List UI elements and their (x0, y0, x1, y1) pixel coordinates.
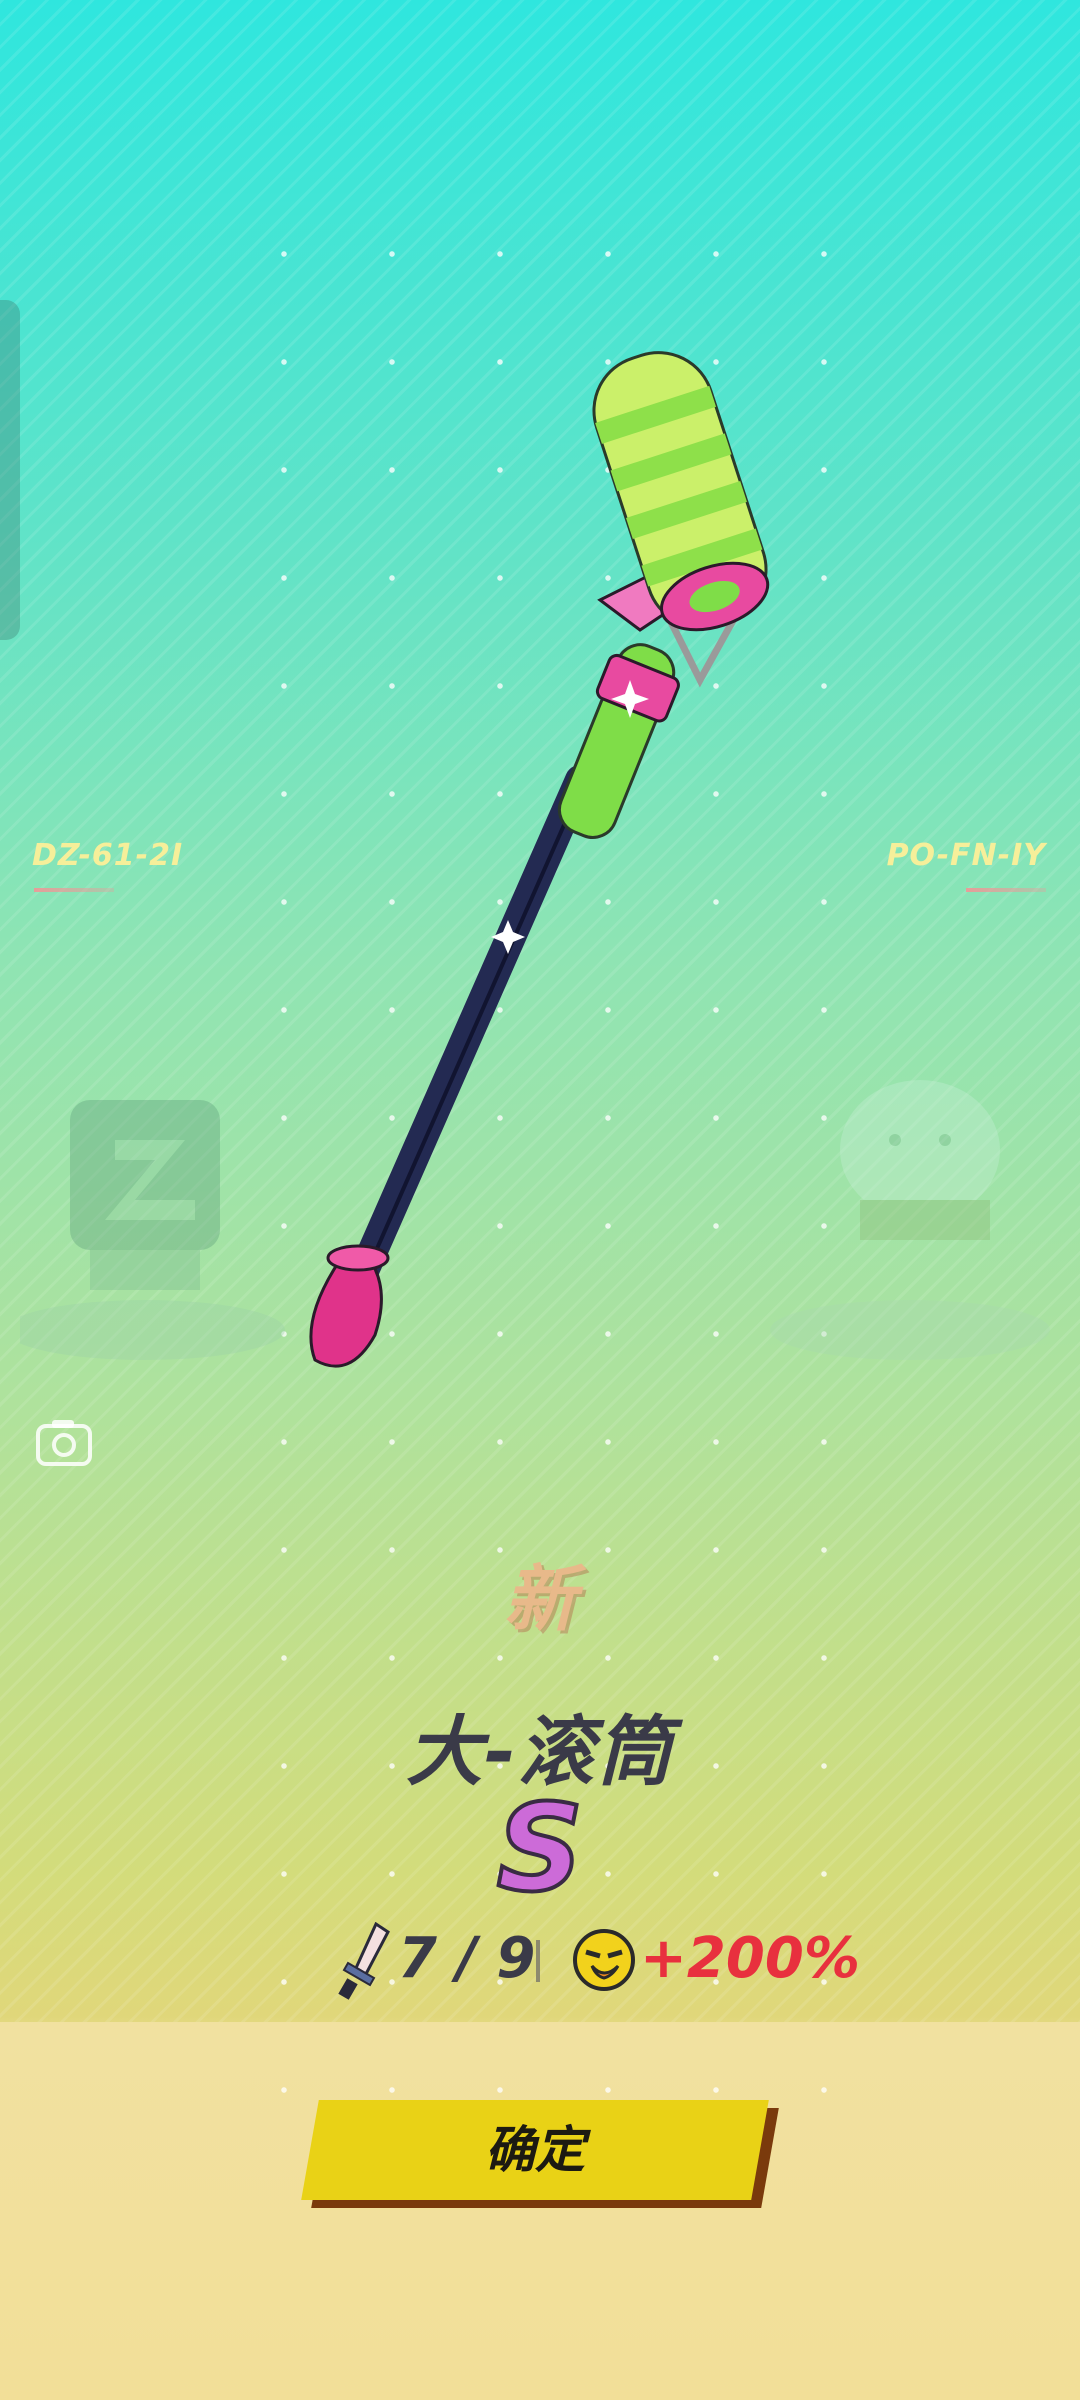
bonus-value: +200% (640, 1926, 860, 1991)
duck-face-icon (573, 1929, 635, 1991)
new-badge: 新 (503, 1557, 576, 1641)
right-code-underline (966, 888, 1046, 892)
rank-badge: S (495, 1778, 585, 1921)
sword-icon (338, 1922, 390, 2000)
left-code-underline (34, 888, 114, 892)
confirm-button-label: 确定 (485, 2121, 585, 2179)
stats-row: 7 / 9 +200% (336, 1922, 860, 2002)
weapon-count: 7 / 9 (398, 1926, 536, 1991)
side-drawer-handle[interactable] (0, 300, 20, 640)
stat-divider (536, 1940, 540, 1982)
right-code-label: PO-FN-IY (886, 838, 1046, 873)
left-code-label: DZ-61-2I (32, 838, 184, 873)
ghost-character-left (20, 1100, 285, 1360)
paint-roller-icon (309, 351, 770, 1368)
confirm-button[interactable]: 确定 (301, 2100, 779, 2208)
camera-icon[interactable] (36, 1418, 92, 1466)
